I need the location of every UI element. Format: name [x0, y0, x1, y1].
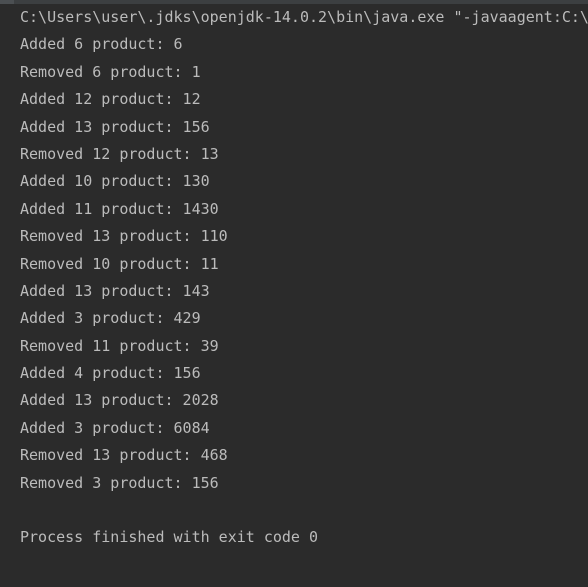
console-command-line: C:\Users\user\.jdks\openjdk-14.0.2\bin\j… [20, 8, 588, 26]
console-output-line: Added 13 product: 156 [20, 117, 210, 136]
console-output-line: Added 11 product: 1430 [20, 199, 219, 218]
console-output-line: Added 6 product: 6 [20, 35, 183, 54]
console-output-line: Removed 6 product: 1 [20, 62, 201, 81]
console-output-line: Removed 11 product: 39 [20, 336, 219, 355]
console-top-strip-accent [0, 0, 14, 4]
console-output-line: Removed 3 product: 156 [20, 473, 219, 492]
console-output[interactable]: C:\Users\user\.jdks\openjdk-14.0.2\bin\j… [20, 4, 588, 552]
process-exit-message: Process finished with exit code 0 [20, 528, 319, 547]
console-output-line: Added 4 product: 156 [20, 364, 201, 383]
console-output-line: Removed 12 product: 13 [20, 144, 219, 163]
run-console[interactable]: C:\Users\user\.jdks\openjdk-14.0.2\bin\j… [0, 0, 588, 587]
console-output-line: Removed 10 product: 11 [20, 254, 219, 273]
console-output-line: Added 3 product: 6084 [20, 418, 210, 437]
console-output-line: Added 10 product: 130 [20, 172, 210, 191]
console-output-line: Removed 13 product: 468 [20, 446, 228, 465]
console-output-line: Added 13 product: 2028 [20, 391, 219, 410]
console-output-line: Removed 13 product: 110 [20, 227, 228, 246]
console-output-line: Added 13 product: 143 [20, 281, 210, 300]
console-output-line: Added 12 product: 12 [20, 90, 201, 109]
console-output-line: Added 3 product: 429 [20, 309, 201, 328]
